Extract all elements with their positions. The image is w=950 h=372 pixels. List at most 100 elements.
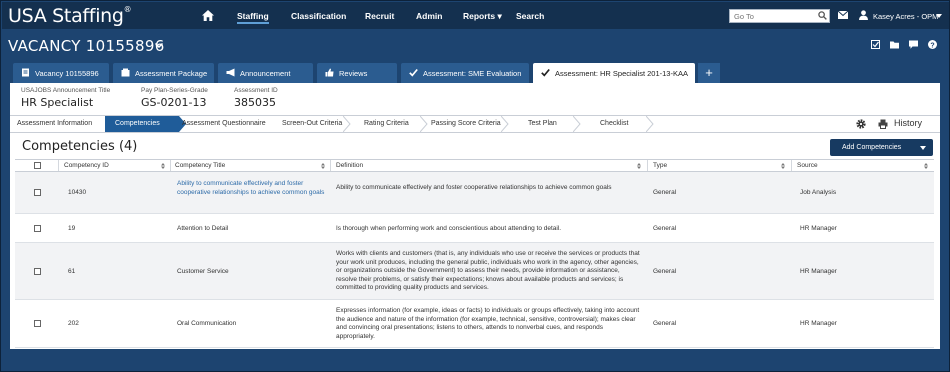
tab-sme-evaluation[interactable]: Assessment: SME Evaluation (401, 63, 529, 83)
competency-title[interactable]: Oral Communication (177, 320, 236, 329)
thumbs-up-icon (325, 68, 334, 77)
chevron-down-icon[interactable] (936, 14, 942, 18)
search-icon[interactable] (818, 11, 827, 20)
step-screen-out-criteria[interactable]: Screen-Out Criteria (282, 116, 342, 132)
tab-label: Assessment: SME Evaluation (423, 69, 522, 78)
nav-reports-label: Reports (463, 11, 496, 21)
nav-admin[interactable]: Admin (416, 11, 442, 21)
nav-search[interactable]: Search (516, 11, 544, 21)
col-competency-title[interactable]: Competency Title (175, 162, 225, 169)
competency-id: 10430 (68, 189, 87, 196)
package-icon (121, 68, 130, 77)
competency-definition: Is thorough when performing work and con… (336, 225, 562, 232)
step-rating-criteria[interactable]: Rating Criteria (364, 116, 409, 132)
competency-source: HR Manager (800, 320, 837, 327)
help-icon[interactable]: ? (928, 40, 937, 49)
sort-icon[interactable] (781, 163, 785, 169)
chevron-down-icon[interactable] (155, 43, 163, 48)
column-divider (170, 160, 171, 171)
row-checkbox[interactable] (34, 189, 41, 196)
check-icon (409, 68, 418, 77)
row-checkbox[interactable] (34, 268, 41, 275)
competency-source: HR Manager (800, 225, 837, 232)
tab-label: Assessment: HR Specialist 201-13-KAA (555, 69, 688, 78)
user-name[interactable]: Kasey Acres - OPM (873, 12, 938, 21)
table-row[interactable]: 19 Attention to Detail Is thorough when … (15, 214, 934, 243)
nav-staffing[interactable]: Staffing (237, 11, 269, 24)
row-checkbox[interactable] (34, 320, 41, 327)
tab-label: Vacancy 10155896 (35, 69, 99, 78)
assessment-panel: USAJOBS Announcement Title HR Specialist… (10, 83, 940, 349)
step-competencies[interactable]: Competencies (115, 116, 160, 132)
assessment-id-value: 385035 (234, 96, 276, 109)
add-competencies-label: Add Competencies (842, 144, 902, 151)
tab-label: Announcement (240, 69, 291, 78)
competency-title[interactable]: Attention to Detail (177, 225, 228, 234)
nav-recruit[interactable]: Recruit (365, 11, 394, 21)
competency-type: General (653, 320, 677, 327)
app-window: USA Staffing® Staffing Classification Re… (0, 0, 950, 372)
step-separator (420, 116, 428, 132)
column-divider (330, 160, 331, 171)
competency-definition: Expresses information (for example, idea… (336, 307, 640, 340)
announcement-title-value: HR Specialist (21, 96, 94, 109)
mail-icon[interactable] (838, 11, 848, 19)
sort-icon[interactable] (161, 163, 165, 169)
check-icon (541, 68, 550, 77)
col-competency-id[interactable]: Competency ID (64, 162, 109, 169)
tab-label: Reviews (339, 69, 368, 78)
competency-title-link[interactable]: Ability to communicate effectively and f… (177, 180, 329, 197)
step-passing-score-criteria[interactable]: Passing Score Criteria (431, 116, 501, 132)
table-row[interactable]: 61 Customer Service Works with clients a… (15, 243, 934, 300)
history-button[interactable]: History (894, 118, 922, 128)
nav-reports[interactable]: Reports ▾ (463, 11, 502, 22)
folder-icon[interactable] (890, 40, 899, 49)
step-assessment-questionnaire[interactable]: Assessment Questionnaire (182, 116, 266, 132)
sort-icon[interactable] (321, 163, 325, 169)
column-divider (791, 160, 792, 171)
step-separator (501, 116, 509, 132)
row-checkbox[interactable] (34, 225, 41, 232)
table-header: Competency ID Competency Title Definitio… (15, 159, 934, 172)
step-test-plan[interactable]: Test Plan (528, 116, 557, 132)
checkbox-icon[interactable] (871, 40, 880, 49)
home-icon[interactable] (202, 10, 214, 21)
print-icon[interactable] (878, 119, 888, 129)
tab-hr-specialist-assessment[interactable]: Assessment: HR Specialist 201-13-KAA (533, 63, 695, 84)
goto-input[interactable] (729, 9, 830, 23)
competency-id: 19 (68, 225, 76, 232)
tab-reviews[interactable]: Reviews (317, 63, 397, 83)
col-type[interactable]: Type (653, 162, 667, 169)
competency-type: General (653, 225, 677, 232)
nav-classification[interactable]: Classification (291, 11, 346, 21)
vacancy-title[interactable]: VACANCY 10155896 (8, 37, 165, 55)
step-separator (573, 116, 581, 132)
step-separator (343, 116, 351, 132)
tab-label: Assessment Package (135, 69, 208, 78)
competency-definition: Ability to communicate effectively and f… (336, 184, 612, 191)
competency-definition: Works with clients and customers (that i… (336, 250, 640, 291)
competency-title[interactable]: Customer Service (177, 268, 229, 277)
col-definition[interactable]: Definition (336, 162, 363, 169)
gear-icon[interactable] (856, 119, 866, 129)
add-tab-button[interactable]: + (698, 63, 720, 83)
select-all-checkbox[interactable] (34, 162, 41, 169)
logo-text: USA Staffing (8, 5, 124, 27)
assessment-id-label: Assessment ID (234, 87, 278, 94)
tab-vacancy[interactable]: Vacancy 10155896 (13, 63, 109, 83)
app-logo[interactable]: USA Staffing® (8, 5, 132, 27)
user-icon[interactable] (859, 10, 868, 20)
add-competencies-button[interactable]: Add Competencies (830, 139, 933, 156)
table-row[interactable]: 10430 Ability to communicate effectively… (15, 172, 934, 214)
step-checklist[interactable]: Checklist (600, 116, 628, 132)
svg-text:?: ? (930, 42, 934, 49)
sort-icon[interactable] (924, 163, 928, 169)
comment-icon[interactable] (909, 40, 918, 49)
col-source[interactable]: Source (797, 162, 818, 169)
tab-assessment-package[interactable]: Assessment Package (113, 63, 214, 83)
step-separator (646, 116, 654, 132)
table-row[interactable]: 202 Oral Communication Expresses informa… (15, 300, 934, 348)
sort-icon[interactable] (637, 163, 641, 169)
step-assessment-information[interactable]: Assessment Information (17, 116, 92, 132)
tab-announcement[interactable]: Announcement (218, 63, 313, 83)
